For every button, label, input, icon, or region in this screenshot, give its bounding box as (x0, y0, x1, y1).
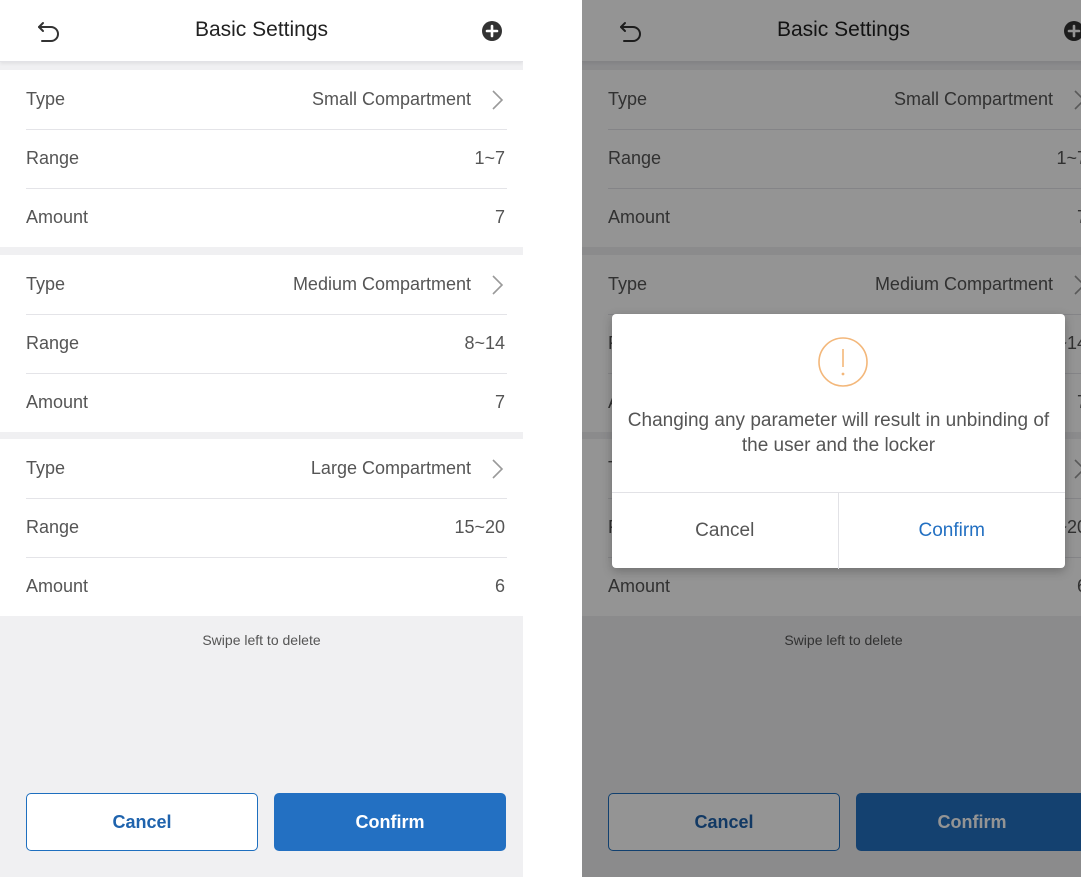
range-row[interactable]: Range 1~7 (0, 129, 523, 188)
type-value: Small Compartment (311, 89, 471, 109)
swipe-hint: Swipe left to delete (202, 632, 321, 648)
chevron-right-icon (492, 90, 504, 110)
dialog-actions: Cancel Confirm (612, 492, 1066, 569)
settings-canvas: Basic Settings Type Small Compartment Ra… (0, 0, 523, 877)
amount-row[interactable]: Amount 7 (0, 188, 523, 247)
chevron-right-icon (492, 459, 504, 479)
type-row[interactable]: Type Medium Compartment (0, 255, 523, 314)
app-header: Basic Settings (0, 0, 523, 62)
chevron-right-icon (492, 275, 504, 295)
amount-row[interactable]: Amount 7 (0, 373, 523, 432)
amount-value: 7 (494, 207, 505, 227)
dialog-confirm-button[interactable]: Confirm (839, 493, 1066, 569)
range-row[interactable]: Range 8~14 (0, 314, 523, 373)
range-label: Range (26, 333, 80, 353)
plus-circle-icon[interactable] (481, 20, 503, 42)
amount-value: 6 (494, 576, 505, 596)
type-row[interactable]: Type Small Compartment (0, 70, 523, 129)
warning-circle-icon (818, 337, 868, 387)
amount-label: Amount (26, 392, 89, 412)
type-label: Type (26, 274, 66, 294)
amount-label: Amount (26, 207, 89, 227)
range-value: 15~20 (454, 517, 505, 537)
range-row[interactable]: Range 15~20 (0, 498, 523, 557)
amount-label: Amount (26, 576, 89, 596)
settings-canvas: Basic Settings Type Small Compartment Ra… (582, 0, 1081, 877)
dialog-cancel-button[interactable]: Cancel (612, 493, 839, 569)
range-label: Range (26, 517, 80, 537)
confirm-dialog: Changing any parameter will result in un… (612, 314, 1066, 569)
amount-value: 7 (494, 392, 505, 412)
range-label: Range (26, 148, 80, 168)
cancel-button[interactable]: Cancel (26, 793, 258, 851)
amount-row[interactable]: Amount 6 (0, 557, 523, 616)
compartment-group-medium: Type Medium Compartment Range 8~14 Amoun… (0, 255, 523, 432)
type-value: Medium Compartment (292, 274, 471, 294)
settings-screen: Basic Settings Type Small Compartment Ra… (0, 0, 523, 877)
type-row[interactable]: Type Large Compartment (0, 439, 523, 498)
type-label: Type (26, 89, 66, 109)
compartment-group-large: Type Large Compartment Range 15~20 Amoun… (0, 439, 523, 616)
type-value: Large Compartment (310, 458, 471, 478)
page-title: Basic Settings (194, 18, 329, 41)
dialog-message: Changing any parameter will result in un… (627, 410, 1050, 456)
confirm-button[interactable]: Confirm (274, 793, 506, 851)
compartment-group-small: Type Small Compartment Range 1~7 Amount … (0, 70, 523, 247)
type-label: Type (26, 458, 66, 478)
range-value: 8~14 (464, 333, 505, 353)
settings-screen-with-dialog: Basic Settings Type Small Compartment Ra… (582, 0, 1081, 877)
range-value: 1~7 (474, 148, 505, 168)
